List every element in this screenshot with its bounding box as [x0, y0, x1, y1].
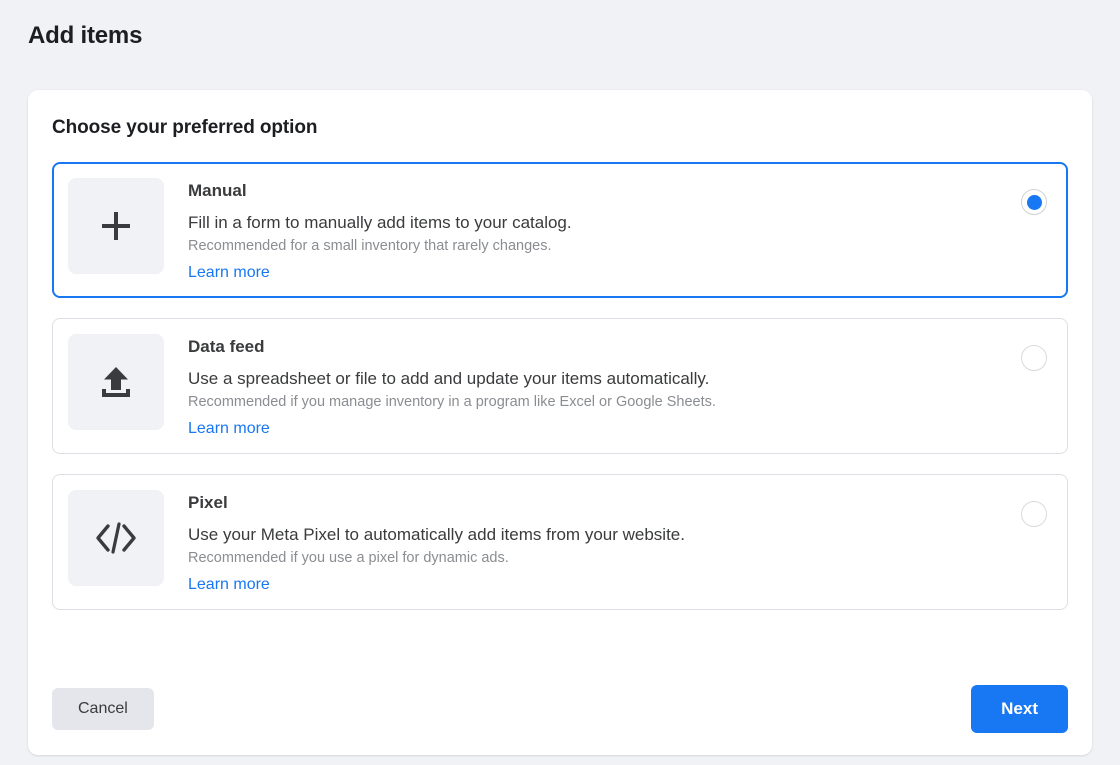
option-description: Use a spreadsheet or file to add and upd…	[188, 369, 710, 388]
cancel-button[interactable]: Cancel	[52, 688, 154, 730]
page-title: Add items	[28, 22, 143, 49]
option-description: Fill in a form to manually add items to …	[188, 213, 572, 232]
option-recommendation: Recommended if you use a pixel for dynam…	[188, 550, 509, 566]
radio-data-feed[interactable]	[1021, 345, 1047, 371]
learn-more-link-data-feed[interactable]: Learn more	[188, 420, 270, 438]
option-card-manual[interactable]: Manual Fill in a form to manually add it…	[52, 162, 1068, 298]
learn-more-link-manual[interactable]: Learn more	[188, 264, 270, 282]
option-title: Manual	[188, 181, 247, 200]
radio-pixel[interactable]	[1021, 501, 1047, 527]
option-body: Manual Fill in a form to manually add it…	[164, 178, 1021, 282]
option-card-data-feed[interactable]: Data feed Use a spreadsheet or file to a…	[52, 318, 1068, 454]
radio-dot	[1026, 194, 1042, 210]
option-recommendation: Recommended for a small inventory that r…	[188, 238, 552, 254]
options-list: Manual Fill in a form to manually add it…	[52, 162, 1068, 610]
learn-more-link-pixel[interactable]: Learn more	[188, 576, 270, 594]
code-brackets-icon	[68, 490, 164, 586]
option-title: Data feed	[188, 337, 265, 356]
option-description: Use your Meta Pixel to automatically add…	[188, 525, 685, 544]
choose-option-panel: Choose your preferred option Manual Fill…	[28, 90, 1092, 755]
option-card-pixel[interactable]: Pixel Use your Meta Pixel to automatical…	[52, 474, 1068, 610]
option-recommendation: Recommended if you manage inventory in a…	[188, 394, 716, 410]
add-items-page: Add items Choose your preferred option M…	[0, 0, 1120, 765]
radio-manual[interactable]	[1021, 189, 1047, 215]
next-button[interactable]: Next	[971, 685, 1068, 733]
option-body: Pixel Use your Meta Pixel to automatical…	[164, 490, 1021, 594]
option-body: Data feed Use a spreadsheet or file to a…	[164, 334, 1021, 438]
option-title: Pixel	[188, 493, 228, 512]
panel-footer: Cancel Next	[28, 663, 1092, 755]
plus-icon	[68, 178, 164, 274]
upload-icon	[68, 334, 164, 430]
panel-heading: Choose your preferred option	[52, 117, 318, 138]
